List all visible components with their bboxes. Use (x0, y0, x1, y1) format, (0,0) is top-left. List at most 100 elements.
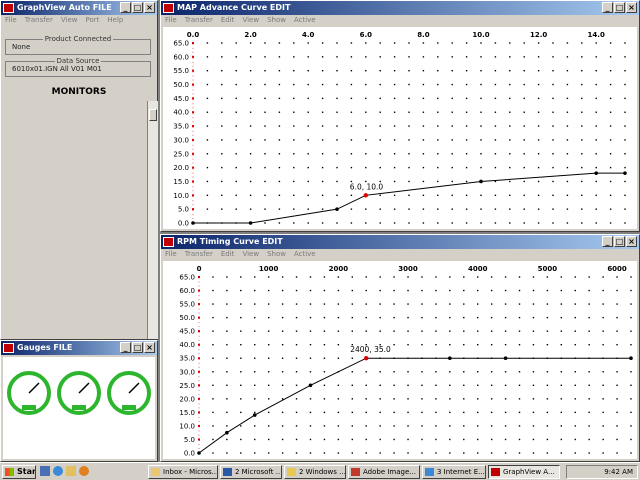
y-tick-label: 15.0 (173, 178, 189, 186)
grid-dot (630, 276, 632, 278)
taskbar-item-label: 2 Microsoft ... (235, 468, 282, 476)
media-icon[interactable] (79, 466, 89, 476)
menu-edit[interactable]: Edit (221, 249, 235, 260)
grid-dot (206, 56, 209, 58)
taskbar-item-label: 2 Windows ... (299, 468, 346, 476)
gauges-title-bar[interactable]: Gauges FILE _ □ × (1, 341, 157, 355)
data-point[interactable] (252, 413, 257, 417)
auto-title-bar[interactable]: GraphView Auto FILE _ □ × (1, 1, 157, 15)
vertical-scrollbar[interactable] (147, 101, 158, 339)
maximize-icon[interactable]: □ (132, 2, 143, 13)
menu-file[interactable]: File (165, 249, 177, 260)
tray-clock[interactable]: 9:42 AM (604, 468, 633, 476)
y-tick-label: 65.0 (179, 274, 195, 282)
menu-show[interactable]: Show (267, 249, 286, 260)
close-icon[interactable]: × (144, 2, 155, 13)
grid-dot (624, 139, 626, 141)
data-point[interactable] (479, 179, 483, 184)
minimize-icon[interactable]: _ (120, 342, 131, 353)
menu-view[interactable]: View (242, 249, 259, 260)
data-point[interactable] (197, 451, 201, 455)
menu-show[interactable]: Show (267, 15, 286, 26)
maximize-icon[interactable]: □ (614, 236, 625, 247)
data-point[interactable] (191, 221, 195, 225)
y-tick-label: 25.0 (179, 382, 195, 390)
maximize-icon[interactable]: □ (614, 2, 625, 13)
grid-dot (546, 425, 549, 427)
rpm-plot-area[interactable]: 65.0 60.0 55.0 50.0 45.0 40.0 35.0 30.0 25.0 20.0… (163, 261, 637, 459)
minimize-icon[interactable]: _ (602, 236, 613, 247)
grid-dot (532, 330, 535, 332)
data-point[interactable] (225, 430, 229, 435)
grid-dot (609, 153, 612, 155)
taskbar-item-graphview[interactable]: GraphView A... (488, 465, 560, 479)
rpm-title-bar[interactable]: RPM Timing Curve EDIT _ □ × (161, 235, 639, 249)
grid-dot (480, 194, 482, 197)
close-icon[interactable]: × (626, 2, 637, 13)
y-tick-label: 60.0 (179, 287, 195, 295)
menu-view[interactable]: View (61, 15, 78, 26)
grid-dot (574, 343, 576, 346)
menu-help[interactable]: Help (107, 15, 123, 26)
start-button[interactable]: Start (2, 465, 36, 479)
grid-dot (212, 303, 214, 305)
data-point[interactable] (448, 356, 452, 361)
grid-dot (566, 180, 569, 183)
minimize-icon[interactable]: _ (120, 2, 131, 13)
taskbar-item-windows[interactable]: 2 Windows ... (284, 465, 346, 479)
data-point[interactable] (503, 356, 508, 361)
data-point[interactable] (308, 383, 313, 388)
menu-file[interactable]: File (165, 15, 177, 26)
grid-dot (323, 343, 326, 346)
data-point[interactable] (629, 356, 633, 361)
menu-transfer[interactable]: Transfer (185, 15, 213, 26)
close-icon[interactable]: × (626, 236, 637, 247)
taskbar-item-microsoft[interactable]: 2 Microsoft ... (220, 465, 282, 479)
grid-dot (408, 42, 410, 44)
grid-dot (267, 289, 270, 292)
grid-dot (226, 343, 228, 346)
desktop-icon[interactable] (40, 466, 50, 476)
selected-point[interactable] (363, 193, 368, 198)
selected-point[interactable] (364, 356, 369, 361)
menu-transfer[interactable]: Transfer (185, 249, 213, 260)
menu-view[interactable]: View (242, 15, 259, 26)
menu-port[interactable]: Port (86, 15, 100, 26)
menu-active[interactable]: Active (294, 249, 316, 260)
taskbar-item-internet[interactable]: 3 Internet E... (422, 465, 486, 479)
grid-dot (307, 56, 309, 58)
grid-dot (337, 303, 340, 305)
y-tick-label: 15.0 (179, 409, 195, 417)
grid-dot (504, 411, 507, 414)
close-icon[interactable]: × (144, 342, 155, 353)
grid-dot (581, 208, 583, 210)
taskbar-item-inbox[interactable]: Inbox - Micros... (148, 465, 218, 479)
taskbar-item-adobe[interactable]: Adobe Image... (348, 465, 420, 479)
data-point[interactable] (248, 221, 253, 225)
grid-dot (350, 166, 353, 169)
map-advance-chart[interactable]: 65.0 60.0 55.0 50.0 45.0 40.0 35.0 30.0 25.0 20.0… (163, 27, 637, 229)
minimize-icon[interactable]: _ (602, 2, 613, 13)
menu-edit[interactable]: Edit (221, 15, 235, 26)
data-point[interactable] (623, 171, 627, 175)
browser-icon[interactable] (53, 466, 63, 476)
menu-file[interactable]: File (5, 15, 17, 26)
map-title-bar[interactable]: MAP Advance Curve EDIT _ □ × (161, 1, 639, 15)
grid-dot (494, 139, 497, 141)
grid-dot (365, 97, 367, 100)
grid-dot (552, 83, 554, 86)
maximize-icon[interactable]: □ (132, 342, 143, 353)
data-point[interactable] (594, 171, 598, 175)
grid-dot (552, 194, 554, 197)
grid-dot (518, 398, 521, 400)
data-point[interactable] (335, 207, 339, 211)
menu-active[interactable]: Active (294, 15, 316, 26)
grid-dot (295, 371, 298, 373)
grid-dot (609, 111, 612, 113)
scroll-thumb[interactable] (149, 109, 157, 121)
menu-transfer[interactable]: Transfer (25, 15, 53, 26)
map-plot-area[interactable]: 65.0 60.0 55.0 50.0 45.0 40.0 35.0 30.0 25.0 20.0… (163, 27, 637, 229)
grid-dot (477, 343, 479, 346)
rpm-timing-chart[interactable]: 65.0 60.0 55.0 50.0 45.0 40.0 35.0 30.0 25.0 20.0… (163, 261, 637, 459)
email-icon[interactable] (66, 466, 76, 476)
